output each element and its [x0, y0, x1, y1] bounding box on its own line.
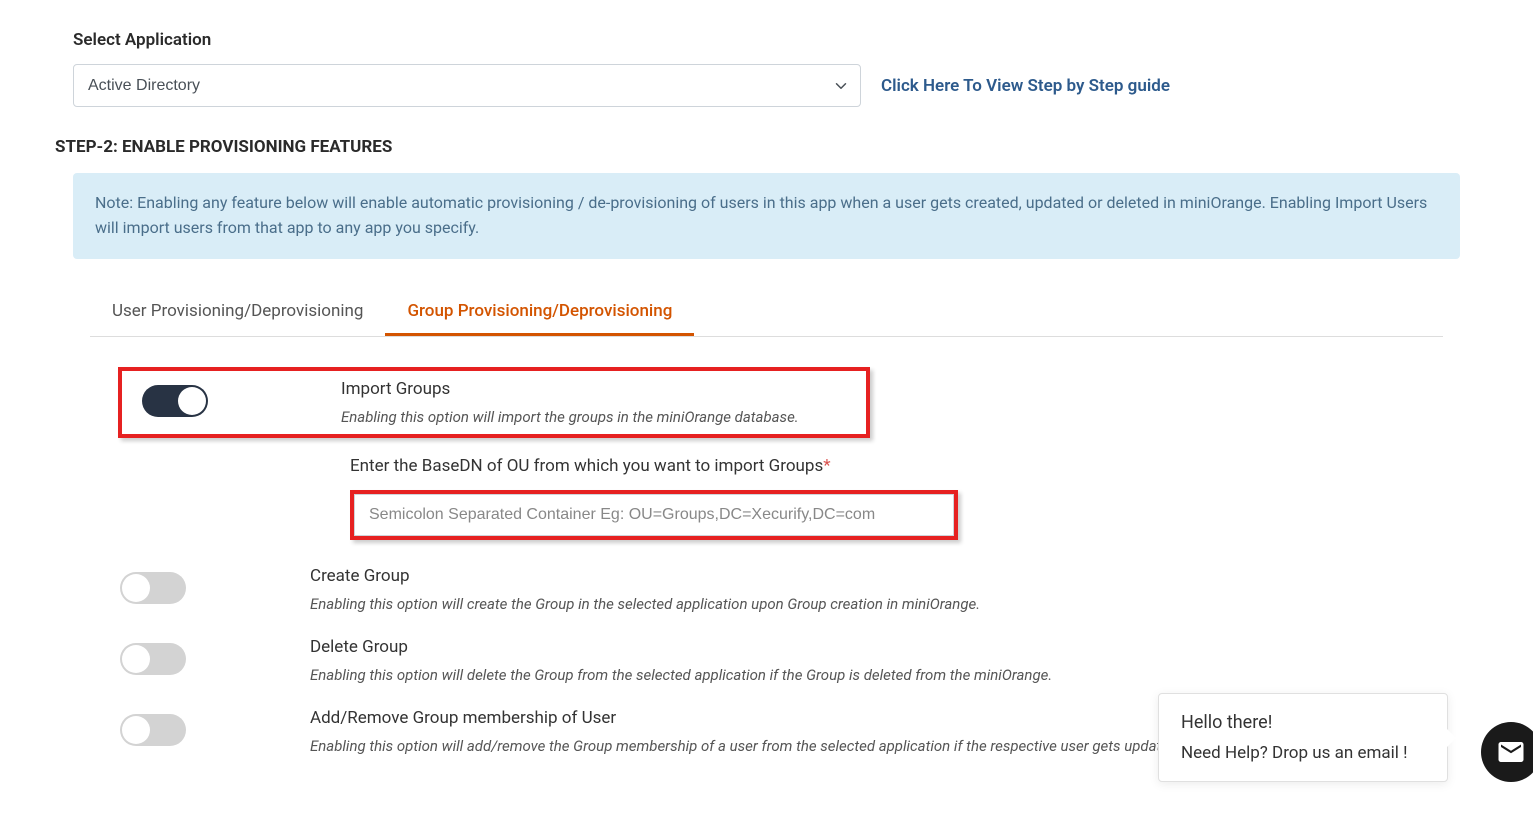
select-row: Active Directory Click Here To View Step… [73, 64, 1478, 107]
import-groups-desc: Enabling this option will import the gro… [341, 407, 854, 428]
chat-popup-title: Hello there! [1181, 712, 1425, 733]
step-title: STEP-2: ENABLE PROVISIONING FEATURES [55, 137, 1478, 157]
create-group-title: Create Group [310, 566, 1443, 586]
tabs: User Provisioning/Deprovisioning Group P… [90, 289, 1443, 337]
import-groups-highlight: Import Groups Enabling this option will … [118, 367, 870, 438]
chat-popup: Hello there! Need Help? Drop us an email… [1158, 693, 1448, 782]
tab-group-provisioning[interactable]: Group Provisioning/Deprovisioning [385, 289, 694, 336]
step-guide-link[interactable]: Click Here To View Step by Step guide [881, 76, 1170, 96]
note-box: Note: Enabling any feature below will en… [73, 173, 1460, 259]
application-select[interactable]: Active Directory [73, 64, 861, 107]
chat-popup-text: Need Help? Drop us an email ! [1181, 743, 1425, 763]
delete-group-title: Delete Group [310, 637, 1443, 657]
import-groups-title: Import Groups [341, 379, 854, 399]
feature-import-groups: Import Groups Enabling this option will … [134, 379, 854, 428]
main-container: Select Application Active Directory Clic… [0, 0, 1533, 775]
toggle-create-group[interactable] [120, 572, 186, 604]
create-group-desc: Enabling this option will create the Gro… [310, 594, 1443, 615]
select-application-label: Select Application [73, 30, 1478, 50]
basedn-input[interactable] [354, 494, 954, 536]
delete-group-desc: Enabling this option will delete the Gro… [310, 665, 1443, 686]
chat-bubble-button[interactable] [1481, 722, 1533, 782]
required-asterisk: * [823, 456, 830, 476]
toggle-import-groups[interactable] [142, 385, 208, 417]
toggle-delete-group[interactable] [120, 643, 186, 675]
feature-create-group: Create Group Enabling this option will c… [90, 562, 1443, 633]
toggle-add-remove-membership[interactable] [120, 714, 186, 746]
tab-user-provisioning[interactable]: User Provisioning/Deprovisioning [90, 289, 385, 336]
basedn-input-highlight [350, 490, 958, 540]
chat-popup-arrow [1447, 729, 1456, 747]
basedn-label: Enter the BaseDN of OU from which you wa… [350, 456, 1443, 476]
mail-icon [1496, 737, 1526, 767]
basedn-block: Enter the BaseDN of OU from which you wa… [350, 456, 1443, 540]
